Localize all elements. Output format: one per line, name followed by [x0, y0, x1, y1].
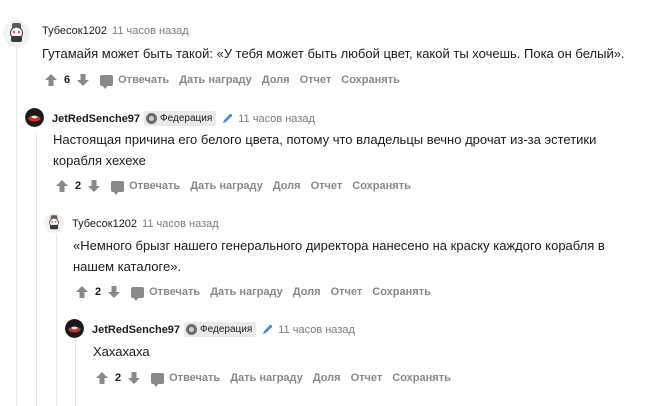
comment-icon: [131, 286, 145, 301]
save-button[interactable]: Сохранять: [341, 74, 400, 86]
give-award-button[interactable]: Дать награду: [210, 286, 283, 298]
comment-meta: JetRedSenche97 Федерация 11 часов назад: [92, 322, 355, 337]
flair-icon: [146, 113, 158, 124]
comment-body: «Немного брызг нашего генерального дирек…: [73, 235, 605, 277]
reply-button[interactable]: Отвечать: [100, 74, 170, 89]
avatar[interactable]: [25, 108, 44, 127]
comment-body: Гутамайя может быть такой: «У тебя может…: [42, 43, 625, 64]
share-button[interactable]: Доля: [293, 286, 321, 298]
downvote-icon[interactable]: [107, 285, 121, 299]
comment-meta: Тубесок1202 11 часов назад: [42, 25, 189, 37]
comment-text: Гутамайя может быть такой: «У тебя может…: [42, 46, 625, 61]
comment-actions: 2 Отвечать Дать награду Доля Отчет Сохра…: [55, 179, 411, 195]
avatar[interactable]: [65, 319, 84, 338]
avatar[interactable]: [44, 213, 64, 233]
flair-label: Федерация: [200, 324, 253, 335]
share-button[interactable]: Доля: [273, 180, 301, 192]
avatar[interactable]: [3, 20, 30, 47]
save-button[interactable]: Сохранять: [352, 180, 411, 192]
user-flair: Федерация: [144, 111, 217, 126]
comment-timestamp[interactable]: 11 часов назад: [142, 218, 219, 230]
comment-meta: JetRedSenche97 Федерация 11 часов назад: [52, 111, 315, 126]
comment-text-line: корабля хехехе: [53, 153, 146, 168]
pencil-icon: [223, 113, 233, 123]
thread-line[interactable]: [16, 36, 17, 406]
comment-icon: [151, 372, 165, 387]
comment-author[interactable]: Тубесок1202: [42, 25, 107, 37]
comment-timestamp[interactable]: 11 часов назад: [112, 25, 189, 37]
vote-score: 2: [75, 180, 82, 192]
reply-label: Отвечать: [149, 286, 201, 298]
flair-label: Федерация: [160, 113, 213, 124]
upvote-icon[interactable]: [95, 371, 109, 385]
downvote-icon[interactable]: [87, 179, 101, 193]
thread-line[interactable]: [36, 134, 37, 406]
give-award-button[interactable]: Дать награду: [190, 180, 263, 192]
report-button[interactable]: Отчет: [311, 180, 343, 192]
thread-line[interactable]: [56, 234, 57, 406]
user-flair: Федерация: [184, 322, 257, 337]
comment-timestamp[interactable]: 11 часов назад: [238, 113, 315, 125]
comment-author[interactable]: JetRedSenche97: [52, 113, 140, 125]
upvote-icon[interactable]: [44, 73, 58, 87]
reply-button[interactable]: Отвечать: [111, 180, 181, 195]
comment-actions: 6 Отвечать Дать награду Доля Отчет Сохра…: [44, 73, 400, 89]
comment-actions: 2 Отвечать Дать награду Доля Отчет Сохра…: [95, 371, 451, 387]
comment-body: Настоящая причина его белого цвета, пото…: [53, 129, 596, 171]
comment-actions: 2 Отвечать Дать награду Доля Отчет Сохра…: [75, 285, 431, 301]
vote-score: 2: [95, 286, 102, 298]
reply-label: Отвечать: [118, 74, 170, 86]
comment-author[interactable]: Тубесок1202: [72, 218, 137, 230]
vote-score: 2: [115, 372, 122, 384]
upvote-icon[interactable]: [75, 285, 89, 299]
reply-label: Отвечать: [129, 180, 181, 192]
share-button[interactable]: Доля: [262, 74, 290, 86]
comment-text-line: Настоящая причина его белого цвета, пото…: [53, 132, 597, 147]
report-button[interactable]: Отчет: [331, 286, 363, 298]
comment-author[interactable]: JetRedSenche97: [92, 324, 180, 336]
reply-button[interactable]: Отвечать: [151, 372, 221, 387]
vote-score: 6: [64, 74, 71, 86]
comment-body: Хахахаха: [93, 341, 150, 362]
save-button[interactable]: Сохранять: [392, 372, 451, 384]
comment-text-line: нашем каталоге».: [73, 259, 182, 274]
comment-meta: Тубесок1202 11 часов назад: [72, 218, 219, 230]
comment-icon: [111, 180, 125, 195]
comment-text: Хахахаха: [93, 344, 150, 359]
comment-timestamp[interactable]: 11 часов назад: [278, 324, 355, 336]
reply-button[interactable]: Отвечать: [131, 286, 201, 301]
give-award-button[interactable]: Дать награду: [179, 74, 252, 86]
report-button[interactable]: Отчет: [300, 74, 332, 86]
share-button[interactable]: Доля: [313, 372, 341, 384]
upvote-icon[interactable]: [55, 179, 69, 193]
flair-icon: [186, 324, 198, 335]
downvote-icon[interactable]: [76, 73, 90, 87]
save-button[interactable]: Сохранять: [372, 286, 431, 298]
report-button[interactable]: Отчет: [351, 372, 383, 384]
pencil-icon: [263, 324, 273, 334]
give-award-button[interactable]: Дать награду: [230, 372, 303, 384]
comment-icon: [100, 74, 114, 89]
comment-text-line: «Немного брызг нашего генерального дирек…: [73, 238, 605, 253]
downvote-icon[interactable]: [127, 371, 141, 385]
thread-line[interactable]: [75, 340, 76, 406]
reply-label: Отвечать: [169, 372, 221, 384]
